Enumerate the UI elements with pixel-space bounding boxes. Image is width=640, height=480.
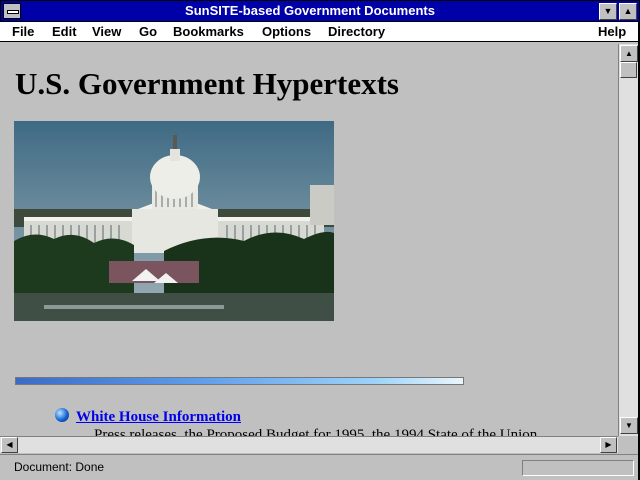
blue-ball-icon [55,408,69,422]
scroll-down-arrow-icon[interactable]: ▼ [620,417,638,434]
menu-help[interactable]: Help [598,23,626,40]
vertical-scroll-thumb[interactable] [620,62,637,78]
vertical-scrollbar[interactable]: ▲ ▼ [618,44,638,436]
menu-edit[interactable]: Edit [52,23,77,40]
horizontal-scrollbar[interactable]: ◀ ▶ [0,436,618,453]
window-title: SunSITE-based Government Documents [185,3,435,18]
menu-directory[interactable]: Directory [328,23,385,40]
title-bar: SunSITE-based Government Documents ▼ ▲ [0,0,640,22]
menu-view[interactable]: View [92,23,121,40]
horizontal-rule-bar [15,377,464,385]
white-house-description: Press releases, the Proposed Budget for … [94,427,538,436]
scroll-corner [618,436,638,453]
menu-bar: File Edit View Go Bookmarks Options Dire… [0,22,640,42]
system-menu-icon[interactable] [3,3,21,19]
us-capitol-image [14,121,334,321]
status-text: Document: Done [14,460,105,474]
menu-bookmarks[interactable]: Bookmarks [173,23,244,40]
page-title: U.S. Government Hypertexts [15,66,399,101]
scroll-right-arrow-icon[interactable]: ▶ [600,437,617,453]
menu-file[interactable]: File [12,23,34,40]
minimize-button[interactable]: ▼ [599,3,617,20]
scroll-left-arrow-icon[interactable]: ◀ [1,437,18,453]
document-view: U.S. Government Hypertexts White House I… [0,44,618,436]
menu-go[interactable]: Go [139,23,157,40]
white-house-link[interactable]: White House Information [76,409,241,426]
status-bar: Document: Done [0,454,640,480]
maximize-button[interactable]: ▲ [619,3,637,20]
scroll-up-arrow-icon[interactable]: ▲ [620,45,638,62]
menu-options[interactable]: Options [262,23,311,40]
progress-indicator [522,460,634,476]
